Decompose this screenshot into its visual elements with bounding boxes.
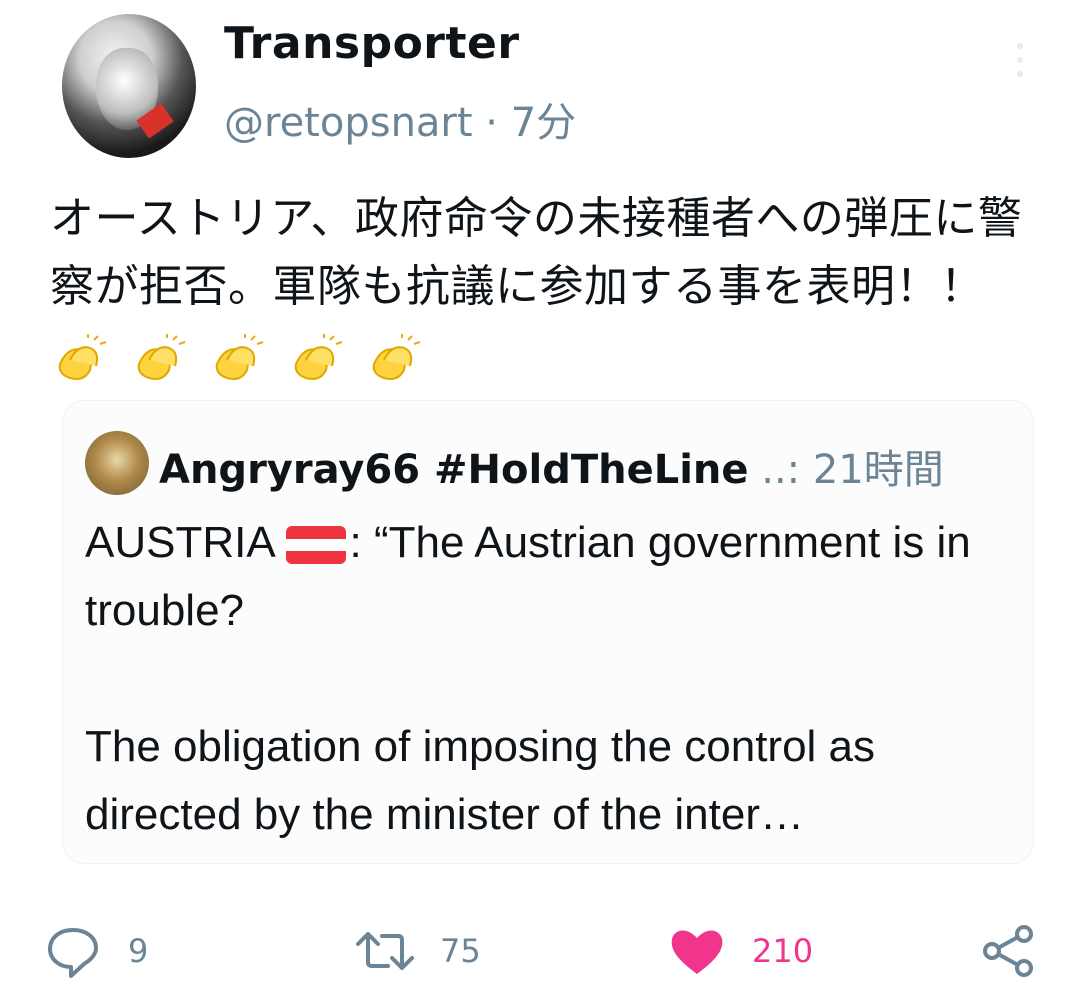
quoted-tweet-header: Angryray66 #HoldTheLine ..: 21時間 [159,437,944,495]
quoted-text-prefix: AUSTRIA [85,518,274,567]
quoted-tweet-time: ..: 21時間 [761,447,944,493]
retweet-icon [356,932,414,970]
author-handle[interactable]: @retopsnart [224,100,473,146]
tweet-body: オーストリア、政府命令の未接種者への弾圧に警察が拒否。軍隊も抗議に参加する事を表… [50,193,1023,312]
reply-button[interactable]: 9 [44,922,148,980]
clapping-hands-icon [372,334,421,380]
clapping-hands-icon [215,334,264,380]
more-options-icon[interactable] [1010,40,1030,80]
clapping-hands-icon [58,334,107,380]
clap-emoji-row [50,323,428,391]
meta-separator: · [485,100,498,146]
tweet-actions: 9 75 210 [0,900,1080,987]
austria-flag-icon [285,526,346,565]
clapping-hands-icon [137,334,185,380]
retweet-button[interactable]: 75 [356,922,481,980]
share-icon [983,925,1033,977]
reply-count: 9 [128,932,149,970]
retweet-count: 75 [440,932,481,970]
tweet-text: オーストリア、政府命令の未接種者への弾圧に警察が拒否。軍隊も抗議に参加する事を表… [50,185,1040,391]
quoted-author-avatar [85,431,149,495]
share-button[interactable] [980,922,1038,980]
tweet-time[interactable]: 7分 [511,100,576,146]
quoted-author-name: Angryray66 #HoldTheLine [159,447,749,493]
quoted-tweet-card[interactable]: Angryray66 #HoldTheLine ..: 21時間 AUSTRIA… [62,400,1034,864]
like-count: 210 [752,932,814,970]
quoted-tweet-text: AUSTRIA : “The Austrian government is in… [85,509,1015,849]
like-button[interactable]: 210 [668,922,813,980]
author-display-name[interactable]: Transporter [224,18,520,69]
reply-icon [48,928,98,978]
author-avatar[interactable] [62,14,196,158]
heart-icon [671,930,723,974]
clapping-hands-icon [294,334,342,380]
author-meta: @retopsnart · 7分 [224,90,576,148]
